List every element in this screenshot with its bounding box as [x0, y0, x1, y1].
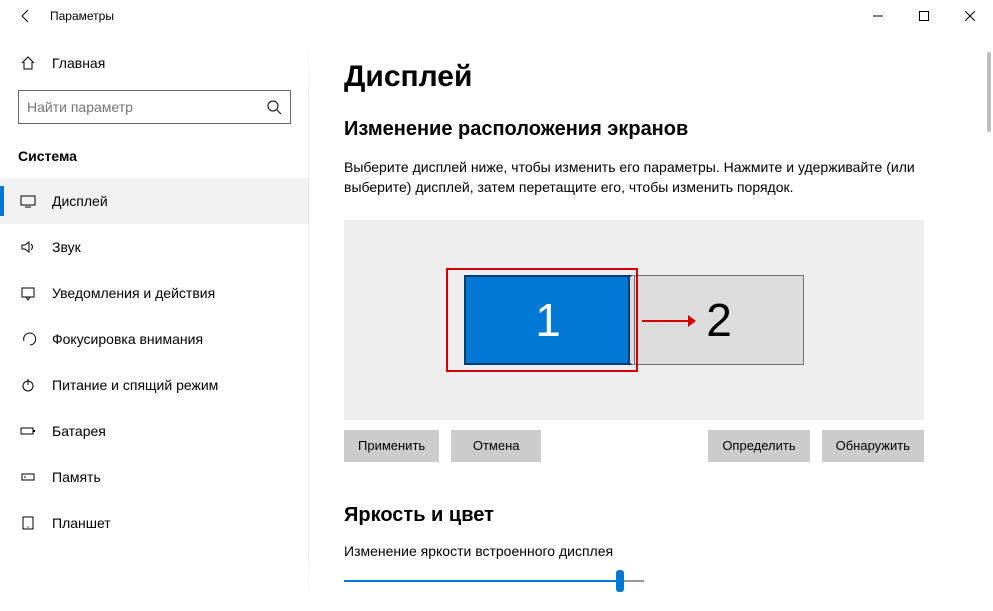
- brightness-label: Изменение яркости встроенного дисплея: [344, 543, 959, 559]
- display-icon: [18, 193, 38, 209]
- arrange-title: Изменение расположения экранов: [344, 118, 959, 141]
- sound-icon: [18, 239, 38, 255]
- display-arrange-area[interactable]: 1 2: [344, 220, 924, 420]
- search-input[interactable]: [18, 90, 291, 124]
- sidebar-item-battery[interactable]: Батарея: [0, 408, 309, 454]
- slider-thumb[interactable]: [616, 570, 624, 592]
- sidebar-item-label: Фокусировка внимания: [52, 331, 203, 347]
- brightness-title: Яркость и цвет: [344, 504, 959, 527]
- scrollbar[interactable]: [979, 32, 993, 611]
- maximize-button[interactable]: [901, 0, 947, 32]
- arrange-description: Выберите дисплей ниже, чтобы изменить ег…: [344, 157, 924, 198]
- sidebar-item-storage[interactable]: Память: [0, 454, 309, 500]
- titlebar: Параметры: [0, 0, 993, 32]
- cancel-button[interactable]: Отмена: [451, 430, 541, 462]
- power-icon: [18, 377, 38, 393]
- apply-button[interactable]: Применить: [344, 430, 439, 462]
- sidebar-item-notifications[interactable]: Уведомления и действия: [0, 270, 309, 316]
- monitor-2[interactable]: 2: [634, 275, 804, 365]
- focus-icon: [18, 331, 38, 347]
- sidebar-item-sound[interactable]: Звук: [0, 224, 309, 270]
- monitor-1[interactable]: 1: [464, 275, 634, 365]
- scrollbar-thumb[interactable]: [987, 52, 991, 132]
- battery-icon: [18, 423, 38, 439]
- identify-button[interactable]: Определить: [708, 430, 809, 462]
- sidebar-item-tablet[interactable]: Планшет: [0, 500, 309, 546]
- close-button[interactable]: [947, 0, 993, 32]
- sidebar-item-label: Дисплей: [52, 193, 108, 209]
- section-title: Система: [0, 138, 309, 178]
- sidebar: Главная Система Дисплей Звук: [0, 32, 310, 611]
- sidebar-item-power[interactable]: Питание и спящий режим: [0, 362, 309, 408]
- storage-icon: [18, 469, 38, 485]
- tablet-icon: [18, 515, 38, 531]
- sidebar-item-label: Питание и спящий режим: [52, 377, 218, 393]
- search-field[interactable]: [27, 99, 266, 115]
- back-button[interactable]: [12, 9, 40, 23]
- content-area: Дисплей Изменение расположения экранов В…: [310, 32, 993, 611]
- detect-button[interactable]: Обнаружить: [822, 430, 924, 462]
- search-icon: [266, 99, 282, 115]
- sidebar-item-label: Звук: [52, 239, 81, 255]
- minimize-button[interactable]: [855, 0, 901, 32]
- sidebar-item-label: Планшет: [52, 515, 111, 531]
- brightness-slider[interactable]: [344, 569, 644, 593]
- sidebar-item-focus[interactable]: Фокусировка внимания: [0, 316, 309, 362]
- sidebar-item-display[interactable]: Дисплей: [0, 178, 309, 224]
- sidebar-item-label: Батарея: [52, 423, 106, 439]
- home-link[interactable]: Главная: [0, 44, 309, 82]
- page-title: Дисплей: [344, 60, 959, 94]
- sidebar-item-label: Уведомления и действия: [52, 285, 215, 301]
- home-icon: [18, 55, 38, 71]
- sidebar-item-label: Память: [52, 469, 101, 485]
- window-title: Параметры: [50, 9, 114, 23]
- home-label: Главная: [52, 55, 105, 71]
- notifications-icon: [18, 285, 38, 301]
